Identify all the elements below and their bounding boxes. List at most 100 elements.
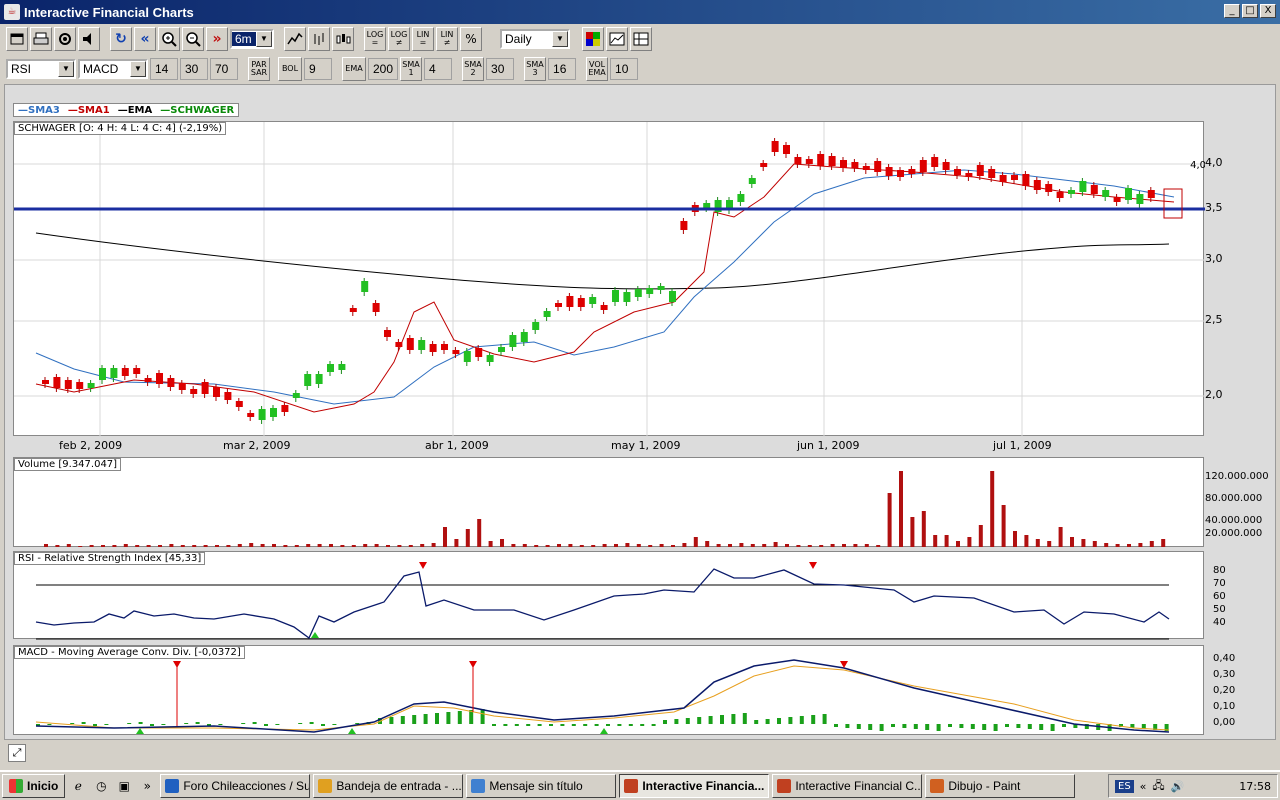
network-icon[interactable]: 🖧 bbox=[1152, 777, 1164, 796]
log-equal-button[interactable]: LOG = bbox=[364, 27, 386, 51]
period-select[interactable]: Daily ▼ bbox=[500, 29, 570, 49]
macd-tick-label: 0,40 bbox=[1213, 653, 1236, 664]
candle-body bbox=[931, 157, 939, 167]
app-icon bbox=[930, 779, 945, 793]
range-select[interactable]: 6m ▼ bbox=[230, 29, 274, 49]
sma2-field[interactable]: 30 bbox=[486, 58, 515, 80]
volume-bar bbox=[1092, 541, 1097, 547]
zoom-out-button[interactable] bbox=[182, 27, 204, 51]
maximize-button[interactable]: □ bbox=[1242, 4, 1258, 18]
ema-button[interactable]: EMA bbox=[342, 57, 366, 81]
chart-window-button[interactable] bbox=[606, 27, 628, 51]
ema-field[interactable]: 200 bbox=[368, 58, 399, 80]
volema-button[interactable]: VOL EMA bbox=[586, 57, 609, 81]
candle-body bbox=[612, 290, 619, 302]
clock-quicklaunch-icon[interactable]: ◷ bbox=[91, 776, 111, 796]
candle-body bbox=[349, 308, 357, 312]
volume-bar bbox=[1138, 543, 1143, 547]
sell-marker-icon bbox=[809, 562, 817, 569]
sma3-button[interactable]: SMA 3 bbox=[524, 57, 547, 81]
candle-body bbox=[42, 380, 49, 384]
refresh-button[interactable]: ↻ bbox=[110, 27, 132, 51]
volume-bar bbox=[180, 545, 185, 547]
volema-field[interactable]: 10 bbox=[610, 58, 639, 80]
volume-bar bbox=[887, 493, 892, 547]
candle-body bbox=[555, 303, 562, 307]
taskbar-item[interactable]: Foro Chileacciones / Su... bbox=[160, 774, 311, 798]
fullscreen-button[interactable]: ⤢ bbox=[8, 744, 26, 762]
selection-box[interactable] bbox=[1163, 188, 1183, 219]
scroll-left-button[interactable]: « bbox=[134, 27, 156, 51]
macd-histogram-bar bbox=[400, 716, 405, 724]
double-chevron-left-icon: « bbox=[140, 31, 150, 47]
sma2-button[interactable]: SMA 2 bbox=[462, 57, 485, 81]
candle-body bbox=[498, 347, 505, 352]
bollinger-button[interactable]: BOL bbox=[278, 57, 302, 81]
candle-body bbox=[406, 338, 414, 350]
macd-histogram-bar bbox=[640, 724, 645, 726]
scroll-right-button[interactable]: » bbox=[206, 27, 228, 51]
rsi-low-field[interactable]: 30 bbox=[180, 58, 208, 80]
lin-notequal-button[interactable]: LIN ≠ bbox=[436, 27, 458, 51]
taskbar-item[interactable]: Dibujo - Paint bbox=[925, 774, 1076, 798]
volume-bar bbox=[1047, 541, 1052, 547]
volume-bar bbox=[864, 544, 869, 547]
volume-bar bbox=[192, 545, 197, 547]
date-tick-label: jul 1, 2009 bbox=[993, 439, 1052, 452]
minimize-button[interactable]: _ bbox=[1224, 4, 1240, 18]
candle-body bbox=[121, 368, 129, 376]
task-list: Foro Chileacciones / Su... Bandeja de ent… bbox=[160, 774, 1076, 798]
ie-quicklaunch-icon[interactable]: ℯ bbox=[68, 776, 88, 796]
volume-icon[interactable]: 🔊 bbox=[1171, 780, 1185, 793]
bollinger-field[interactable]: 9 bbox=[304, 58, 332, 80]
volume-bar bbox=[579, 545, 584, 547]
close-button[interactable]: X bbox=[1260, 4, 1276, 18]
color-scheme-button[interactable] bbox=[582, 27, 604, 51]
macd-signal-line bbox=[35, 665, 1170, 731]
volume-tick-label: 80.000.000 bbox=[1205, 493, 1263, 504]
app-icon bbox=[624, 779, 639, 793]
log-notequal-button[interactable]: LOG ≠ bbox=[388, 27, 410, 51]
volume-bar bbox=[1013, 531, 1017, 547]
split-panels-button[interactable] bbox=[630, 27, 652, 51]
taskbar-item-label: Foro Chileacciones / Su... bbox=[183, 779, 311, 793]
candle-chart-button[interactable] bbox=[332, 27, 354, 51]
sound-button[interactable] bbox=[78, 27, 100, 51]
macd-histogram-bar bbox=[423, 714, 428, 724]
taskbar-item[interactable]: Mensaje sin título bbox=[466, 774, 617, 798]
volume-bar bbox=[1058, 527, 1063, 547]
macd-panel[interactable]: MACD - Moving Average Conv. Div. [-0,037… bbox=[13, 645, 1204, 735]
price-panel[interactable]: 4,0 SCHWAGER [O: 4 H: 4 L: 4 C: 4] (-2,1… bbox=[13, 121, 1205, 437]
volume-panel[interactable]: Volume [9.347.047] bbox=[13, 457, 1204, 547]
new-chart-button[interactable] bbox=[6, 27, 28, 51]
line-chart-button[interactable] bbox=[284, 27, 306, 51]
rsi-period-field[interactable]: 14 bbox=[150, 58, 178, 80]
language-indicator[interactable]: ES bbox=[1115, 779, 1134, 793]
indicator1-select[interactable]: RSI ▼ bbox=[6, 59, 76, 79]
percent-button[interactable]: % bbox=[460, 27, 482, 51]
macd-histogram-bar bbox=[161, 724, 166, 725]
taskbar-item[interactable]: Interactive Financia... bbox=[619, 774, 770, 798]
tray-expand-icon[interactable]: « bbox=[1140, 780, 1147, 793]
settings-button[interactable] bbox=[54, 27, 76, 51]
volume-tag: Volume [9.347.047] bbox=[14, 458, 122, 471]
sma1-button[interactable]: SMA 1 bbox=[400, 57, 423, 81]
start-button[interactable]: Inicio bbox=[2, 774, 66, 798]
taskbar-item[interactable]: Bandeja de entrada - ... bbox=[313, 774, 464, 798]
sma1-field[interactable]: 4 bbox=[424, 58, 453, 80]
rsi-high-field[interactable]: 70 bbox=[210, 58, 238, 80]
rsi-panel[interactable]: RSI - Relative Strength Index [45,33] bbox=[13, 551, 1204, 640]
print-button[interactable] bbox=[30, 27, 52, 51]
taskbar-item[interactable]: Interactive Financial C... bbox=[772, 774, 923, 798]
app-quicklaunch-icon[interactable]: ▣ bbox=[114, 776, 134, 796]
sell-marker-icon bbox=[419, 562, 427, 569]
candle-body bbox=[201, 382, 209, 394]
volume-bar bbox=[956, 541, 960, 547]
sma3-field[interactable]: 16 bbox=[548, 58, 577, 80]
more-quicklaunch-icon[interactable]: » bbox=[137, 776, 157, 796]
bar-chart-button[interactable] bbox=[308, 27, 330, 51]
zoom-in-button[interactable] bbox=[158, 27, 180, 51]
parsar-button[interactable]: PAR SAR bbox=[248, 57, 270, 81]
indicator2-select[interactable]: MACD ▼ bbox=[78, 59, 148, 79]
lin-equal-button[interactable]: LIN = bbox=[412, 27, 434, 51]
